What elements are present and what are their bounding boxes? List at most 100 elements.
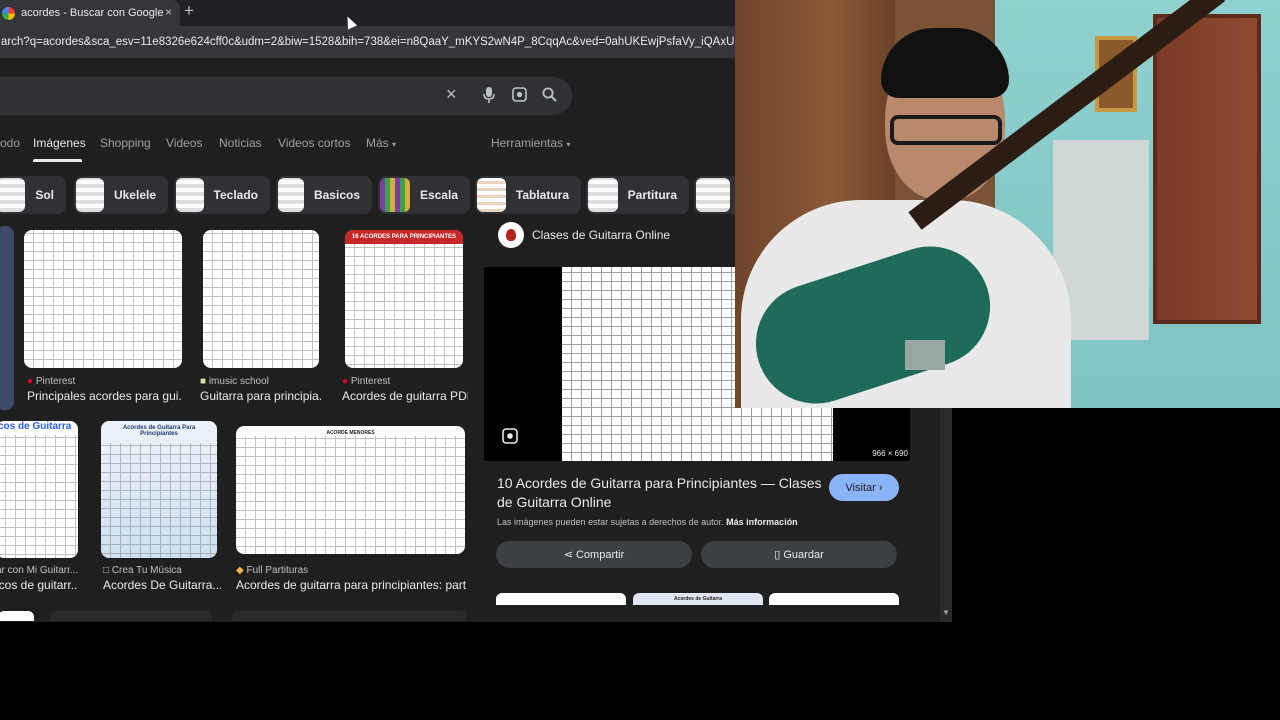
chevron-right-icon: › xyxy=(878,481,883,494)
chip-thumbnail xyxy=(278,178,304,212)
tab-close-icon[interactable]: × xyxy=(165,5,172,19)
related-image[interactable] xyxy=(496,593,626,605)
visit-button[interactable]: Visitar › xyxy=(829,474,899,501)
search-icon[interactable] xyxy=(542,87,557,106)
result-card[interactable]: ■ imusic school Guitarra para principia.… xyxy=(200,230,322,405)
result-source[interactable]: ■ imusic school xyxy=(200,376,269,387)
result-source[interactable]: ◆ Full Partituras xyxy=(236,565,308,576)
image-banner: cos de Guitarra xyxy=(0,421,72,432)
related-image[interactable] xyxy=(769,593,899,605)
tools-button[interactable]: Herramientas ▾ xyxy=(491,136,570,150)
chip-thumbnail xyxy=(0,178,26,212)
chip-teclado[interactable]: Teclado xyxy=(174,176,270,214)
visit-label: Visitar xyxy=(845,481,876,494)
result-card-partial[interactable] xyxy=(50,611,212,621)
result-caption[interactable]: Acordes De Guitarra... xyxy=(103,578,221,592)
chevron-down-icon: ▾ xyxy=(566,140,571,149)
search-input[interactable]: × xyxy=(0,77,572,115)
bookmark-icon: ▯ xyxy=(774,549,781,561)
result-card[interactable]: ● Pinterest Principales acordes para gui… xyxy=(24,230,182,405)
share-label: Compartir xyxy=(575,548,625,561)
result-source[interactable]: ● Pinterest xyxy=(27,376,75,387)
panel-site-name: Clases de Guitarra Online xyxy=(532,228,671,242)
chord-chart-graphic xyxy=(101,443,217,558)
tab-all[interactable]: odo xyxy=(0,136,20,150)
chip-label: Basicos xyxy=(313,188,360,202)
related-banner: Acordes de Guitarra xyxy=(673,596,723,602)
save-button[interactable]: ▯ Guardar xyxy=(701,541,897,568)
panel-header[interactable]: Clases de Guitarra Online xyxy=(498,222,670,248)
panel-title[interactable]: 10 Acordes de Guitarra para Principiante… xyxy=(497,474,827,512)
related-images: Acordes de Guitarra xyxy=(496,593,900,605)
result-image: cos de Guitarra xyxy=(0,421,78,558)
tab-shopping[interactable]: Shopping xyxy=(100,136,151,150)
result-source[interactable]: ● Pinterest xyxy=(342,376,390,387)
share-button[interactable]: ⋖ Compartir xyxy=(496,541,692,568)
result-image xyxy=(0,226,14,410)
chip-label: Teclado xyxy=(213,188,258,202)
image-banner: Acordes de Guitarra Para Principiantes xyxy=(122,425,196,437)
result-card[interactable]: ACORDE MENORES ◆ Full Partituras Acordes… xyxy=(236,426,466,596)
glasses xyxy=(890,115,1002,145)
result-card[interactable]: cos de Guitarra ar con Mi Guitarr... ico… xyxy=(0,421,78,596)
chip-thumbnail xyxy=(477,178,506,212)
tab-videos[interactable]: Videos xyxy=(166,136,202,150)
lens-search-icon[interactable] xyxy=(502,428,518,447)
more-info-link[interactable]: Más información xyxy=(726,517,798,527)
chip-thumbnail xyxy=(380,178,410,212)
clear-search-icon[interactable]: × xyxy=(446,84,457,105)
chip-label: Tablatura xyxy=(515,188,569,202)
tab-more[interactable]: Más ▾ xyxy=(366,136,396,150)
tab-short-videos[interactable]: Videos cortos xyxy=(278,136,351,150)
chip-label: Escala xyxy=(419,188,458,202)
pinterest-icon: ● xyxy=(342,376,349,387)
result-caption[interactable]: Acordes de guitarra para principiantes: … xyxy=(236,578,466,592)
copyright-text: Las imágenes pueden estar sujetas a dere… xyxy=(497,517,724,527)
result-source[interactable]: □ Crea Tu Música xyxy=(103,565,182,576)
result-caption[interactable]: icos de guitarr... xyxy=(0,578,78,592)
chip-basicos[interactable]: Basicos xyxy=(276,176,372,214)
result-card[interactable]: 16 ACORDES PARA PRINCIPIANTES ● Pinteres… xyxy=(342,230,468,405)
chord-chart-graphic xyxy=(236,436,465,554)
mic-icon[interactable] xyxy=(483,87,495,107)
tab-news[interactable]: Noticias xyxy=(219,136,262,150)
lens-icon[interactable] xyxy=(512,87,527,106)
guitar-pickup xyxy=(905,340,945,370)
new-tab-button[interactable]: + xyxy=(184,1,194,21)
result-source[interactable]: ar con Mi Guitarr... xyxy=(0,565,78,576)
image-banner: 16 ACORDES PARA PRINCIPIANTES xyxy=(345,230,463,244)
result-image xyxy=(203,230,319,368)
chip-thumbnail xyxy=(696,178,730,212)
tab-images[interactable]: Imágenes xyxy=(33,136,86,150)
chip-ukelele[interactable]: Ukelele xyxy=(74,176,168,214)
result-image xyxy=(24,230,182,368)
source-name: Full Partituras xyxy=(246,565,309,576)
image-dimensions: 966 × 690 xyxy=(872,449,908,458)
chip-partitura[interactable]: Partitura xyxy=(586,176,689,214)
chip-thumbnail xyxy=(76,178,104,212)
share-icon: ⋖ xyxy=(563,549,573,561)
source-name: Pinterest xyxy=(35,376,76,387)
image-banner: ACORDE MENORES xyxy=(326,430,375,436)
result-caption[interactable]: Principales acordes para gui... xyxy=(27,389,182,403)
scrollbar[interactable] xyxy=(940,400,952,622)
result-caption[interactable]: Acordes de guitarra PDF xyxy=(342,389,468,403)
result-card[interactable]: Acordes de Guitarra Para Principiantes □… xyxy=(101,421,221,596)
result-image: 16 ACORDES PARA PRINCIPIANTES xyxy=(345,230,463,368)
result-card-partial[interactable] xyxy=(0,226,14,412)
result-caption[interactable]: Guitarra para principia... xyxy=(200,389,322,403)
result-card-partial[interactable] xyxy=(0,611,34,621)
browser-tab[interactable]: acordes - Buscar con Google × xyxy=(0,0,180,26)
chip-escala[interactable]: Escala xyxy=(378,176,470,214)
chord-chart-graphic xyxy=(345,244,463,368)
more-label: Más xyxy=(366,136,389,150)
site-logo-icon xyxy=(498,222,524,248)
save-label: Guardar xyxy=(783,548,824,561)
chip-tablatura[interactable]: Tablatura xyxy=(475,176,581,214)
crea-tu-musica-icon: □ xyxy=(103,565,110,576)
source-name: Crea Tu Música xyxy=(111,565,182,576)
scroll-down-icon[interactable]: ▼ xyxy=(942,608,950,617)
related-image[interactable]: Acordes de Guitarra xyxy=(633,593,763,605)
result-card-partial[interactable] xyxy=(232,611,466,621)
chip-sol[interactable]: Sol xyxy=(0,176,66,214)
